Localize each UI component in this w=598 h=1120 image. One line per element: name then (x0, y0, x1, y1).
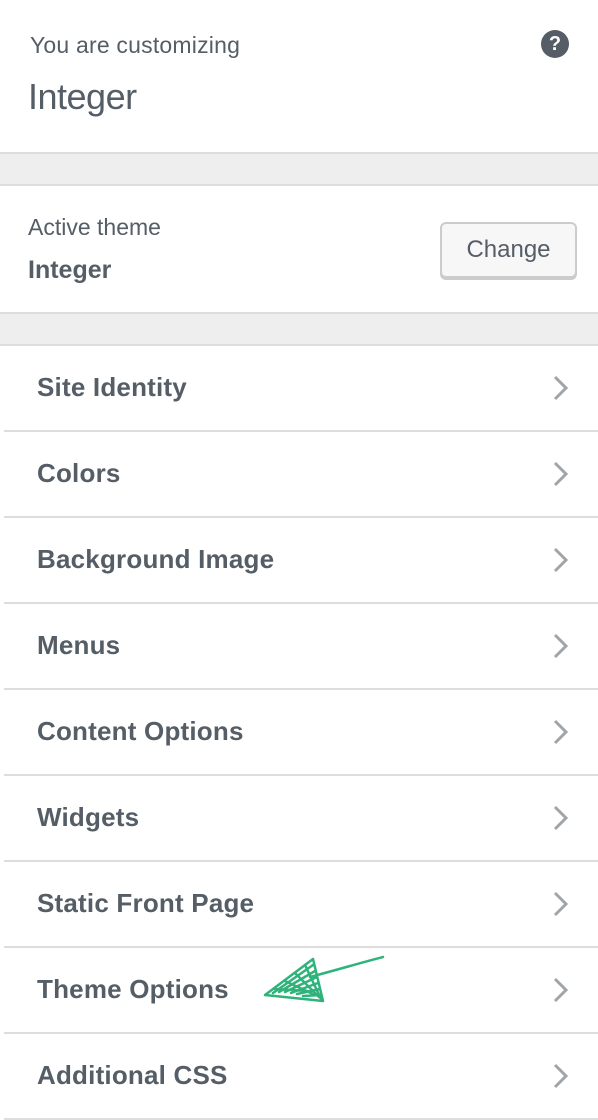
section-divider (0, 152, 598, 186)
section-content-options[interactable]: Content Options (4, 690, 598, 776)
customizer-sections-list: Site Identity Colors Background Image Me… (0, 346, 598, 1120)
chevron-right-icon (553, 719, 569, 745)
section-background-image[interactable]: Background Image (4, 518, 598, 604)
chevron-right-icon (553, 1063, 569, 1089)
section-label: Static Front Page (37, 888, 255, 918)
section-label: Widgets (37, 802, 140, 832)
chevron-right-icon (553, 461, 569, 487)
active-theme-label: Active theme (28, 214, 161, 240)
section-label: Background Image (37, 544, 275, 574)
chevron-right-icon (553, 805, 569, 831)
section-widgets[interactable]: Widgets (4, 776, 598, 862)
section-site-identity[interactable]: Site Identity (4, 346, 598, 432)
section-label: Site Identity (37, 372, 187, 402)
customizer-header: You are customizing Integer ? (0, 0, 598, 152)
section-menus[interactable]: Menus (4, 604, 598, 690)
change-theme-button[interactable]: Change (440, 222, 577, 278)
chevron-right-icon (553, 375, 569, 401)
site-title: Integer (28, 76, 137, 117)
chevron-right-icon (553, 977, 569, 1003)
customizing-label: You are customizing (30, 32, 241, 58)
section-label: Theme Options (37, 974, 229, 1004)
active-theme-name: Integer (28, 256, 112, 284)
section-additional-css[interactable]: Additional CSS (4, 1034, 598, 1120)
section-colors[interactable]: Colors (4, 432, 598, 518)
section-divider (0, 312, 598, 346)
section-label: Colors (37, 458, 121, 488)
section-label: Menus (37, 630, 121, 660)
chevron-right-icon (553, 633, 569, 659)
section-label: Content Options (37, 716, 244, 746)
section-theme-options[interactable]: Theme Options (4, 948, 598, 1034)
active-theme-panel: Active theme Integer Change (0, 186, 598, 312)
section-label: Additional CSS (37, 1060, 228, 1090)
chevron-right-icon (553, 891, 569, 917)
section-static-front-page[interactable]: Static Front Page (4, 862, 598, 948)
chevron-right-icon (553, 547, 569, 573)
help-icon[interactable]: ? (541, 30, 569, 58)
